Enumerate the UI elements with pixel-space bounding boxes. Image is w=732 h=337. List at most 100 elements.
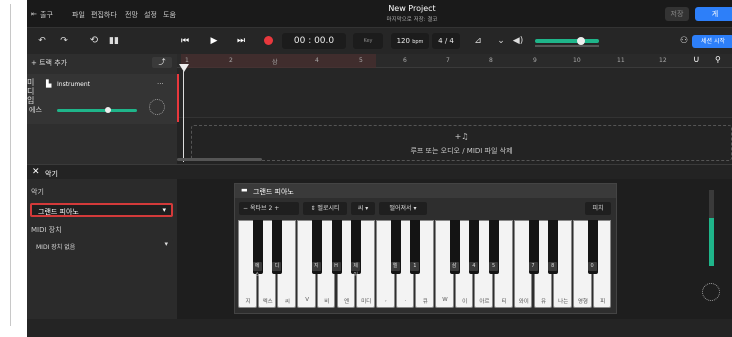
undo-icon[interactable]: ↶: [35, 34, 49, 48]
time-display[interactable]: 00 : 00.0: [282, 33, 346, 49]
zoom-icon[interactable]: ⚲: [715, 55, 721, 64]
track-volume-knob[interactable]: [105, 107, 111, 113]
midi-label: 미디: [27, 78, 35, 96]
playhead-marker[interactable]: [179, 64, 189, 72]
output-knob[interactable]: [702, 283, 720, 301]
black-key[interactable]: 1: [410, 220, 421, 274]
sustain-select[interactable]: 떨어져서 ▾: [379, 202, 427, 215]
fx-label: 에스: [29, 106, 42, 114]
black-key-label: H: [331, 262, 341, 271]
users-icon[interactable]: ⚇: [677, 34, 691, 48]
black-key[interactable]: 8: [548, 220, 559, 274]
output-meter-fill: [709, 218, 714, 266]
black-key-label: 4: [469, 262, 479, 271]
ruler-tick: 2: [229, 57, 233, 64]
metronome-icon[interactable]: ▮▮: [107, 34, 121, 48]
project-title-block[interactable]: New Project 마지막으로 저장: 결코: [357, 4, 467, 23]
velocity-select[interactable]: 씨 ▾: [351, 202, 375, 215]
velocity-control[interactable]: ⇕ 벨로시티: [303, 202, 347, 215]
time-signature[interactable]: 4 / 4: [432, 33, 460, 49]
ruler-tick: 7: [446, 57, 450, 64]
track-lane[interactable]: [177, 68, 732, 118]
menu-file[interactable]: 파일: [72, 10, 85, 20]
midi-select-value: MIDI 장치 없음: [36, 244, 76, 251]
share-button[interactable]: 게: [695, 7, 732, 21]
track-more-icon[interactable]: ...: [157, 78, 164, 86]
skip-forward-icon[interactable]: ⏭: [234, 34, 248, 48]
track-volume-slider[interactable]: [57, 107, 137, 113]
tuner-icon[interactable]: ⊿: [471, 34, 485, 48]
black-key[interactable]: 삼: [449, 220, 460, 274]
snap-icon[interactable]: ⤴: [152, 57, 172, 68]
bottom-bar: [27, 319, 732, 337]
menu-edit[interactable]: 편집하다: [91, 10, 117, 20]
white-key-label: 큐: [422, 299, 428, 305]
black-key-label: 1: [410, 262, 420, 271]
black-key[interactable]: 지: [311, 220, 322, 274]
magnet-icon[interactable]: ∪: [693, 55, 700, 65]
instrument-settings: 악기 그랜드 피아노 ▾ MIDI 장치 MIDI 장치 없음 ▾: [27, 179, 177, 319]
white-key-label: 와이: [518, 299, 529, 305]
session-start-button[interactable]: 세션 시작: [692, 35, 732, 48]
pan-knob[interactable]: [149, 99, 165, 115]
instrument-select[interactable]: 그랜드 피아노 ▾: [30, 203, 173, 217]
black-key[interactable]: 디: [272, 220, 283, 274]
play-icon[interactable]: ▶: [207, 34, 221, 48]
black-key-label: 5: [489, 262, 499, 271]
black-key[interactable]: 제이: [351, 220, 362, 278]
drop-zone[interactable]: +♫ 루프 또는 오디오 / MIDI 파일 삭제: [191, 125, 732, 161]
white-key-label: 유: [540, 299, 547, 305]
project-title[interactable]: New Project: [357, 4, 467, 13]
black-key[interactable]: 7: [528, 220, 539, 274]
save-status: 마지막으로 저장: 결코: [386, 17, 438, 23]
exit-icon[interactable]: ⇤: [31, 10, 37, 18]
black-key[interactable]: 4: [469, 220, 480, 274]
chevron-down-icon: ▾: [164, 240, 168, 248]
midi-device-select[interactable]: MIDI 장치 없음 ▾: [30, 239, 173, 253]
pitch-button[interactable]: 피치: [585, 202, 611, 215]
black-key-label: 삼: [449, 262, 459, 271]
menu-view[interactable]: 전망: [125, 10, 138, 20]
key-display[interactable]: Key: [353, 33, 383, 49]
piano-keys: 지 엑스 씨 V 비 엔 미디,. 큐 W 이 아르 티 와이 유 나는 영형 피 에스 디 지 H 제이 엘 1 삼 4 5 7 8 0: [238, 220, 614, 308]
loop-icon[interactable]: ⟲: [87, 34, 101, 48]
close-icon[interactable]: ✕: [32, 167, 40, 177]
add-track-button[interactable]: + 트랙 추가: [31, 58, 67, 68]
black-key[interactable]: H: [331, 220, 342, 274]
menu-settings[interactable]: 설정: [144, 10, 157, 20]
timeline-ruler[interactable]: 1 2 삼 4 5 6 7 8 9 10 11 12 ∪ ⚲: [177, 54, 732, 68]
black-key[interactable]: 0: [587, 220, 598, 274]
bpm-unit: bpm: [412, 39, 424, 45]
playhead-line: [183, 70, 184, 162]
octave-plus-button[interactable]: +: [274, 205, 279, 212]
black-key[interactable]: 엘: [390, 220, 401, 274]
loop-region[interactable]: [181, 54, 376, 68]
save-button[interactable]: 저장: [665, 7, 689, 21]
white-key-label: ,: [385, 297, 387, 303]
black-key[interactable]: 5: [489, 220, 500, 274]
exit-menu[interactable]: 출구: [40, 10, 53, 20]
octave-minus-button[interactable]: −: [243, 205, 248, 212]
chevron-down-icon[interactable]: ⌄: [494, 34, 508, 48]
volume-icon[interactable]: ◀): [511, 34, 525, 48]
output-meter: [709, 190, 714, 266]
horizontal-scrollbar[interactable]: [177, 158, 262, 161]
white-key-label: 씨: [284, 299, 290, 305]
track-name[interactable]: Instrument: [57, 81, 90, 88]
skip-back-icon[interactable]: ⏮: [178, 34, 192, 48]
volume-knob[interactable]: [577, 37, 585, 45]
white-key-label: 아르: [479, 299, 490, 305]
level-meter: [535, 45, 599, 47]
record-button[interactable]: [261, 34, 275, 48]
instrument-section-label: 악기: [31, 188, 44, 196]
ruler-tick: 4: [315, 57, 319, 64]
menu-help[interactable]: 도움: [163, 10, 176, 20]
black-key[interactable]: 에스: [252, 220, 263, 278]
bpm-display[interactable]: 120 bpm: [391, 33, 429, 49]
track-row[interactable]: 미디 입 ▙ Instrument ... 에스: [27, 74, 177, 124]
ruler-tick: 5: [359, 57, 363, 64]
octave-control[interactable]: − 옥타브 2 +: [239, 202, 299, 215]
redo-icon[interactable]: ↷: [57, 34, 71, 48]
white-key-label: 지: [245, 299, 251, 305]
master-volume-slider[interactable]: [535, 37, 599, 45]
